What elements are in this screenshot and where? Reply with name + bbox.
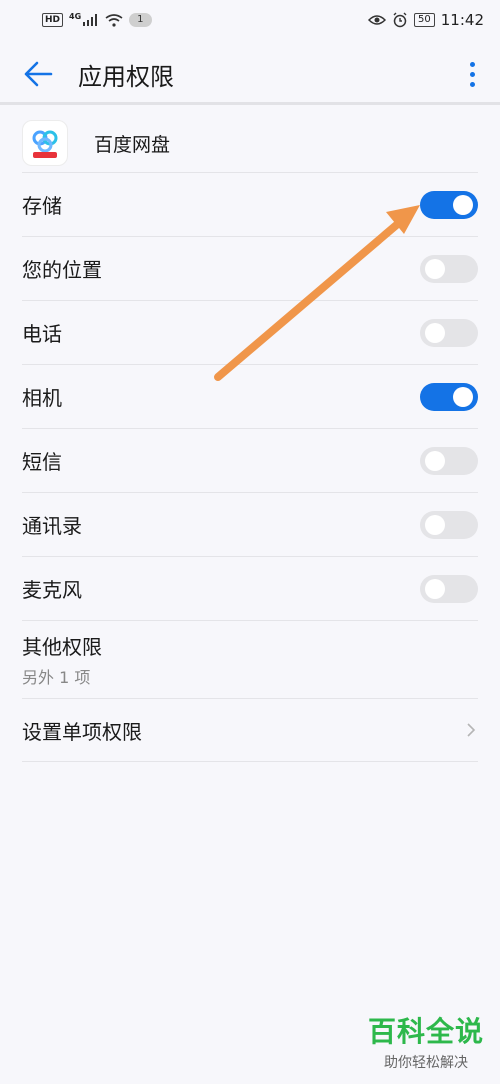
app-logo-graphic [32, 130, 58, 158]
contacts-toggle[interactable] [420, 510, 478, 539]
storage-toggle[interactable] [420, 190, 478, 219]
more-options-button[interactable] [460, 58, 484, 90]
permission-list: 存储 您的位置 电话 相机 短信 通讯录 麦克风 其他权限 另外 1 项 设置单… [22, 172, 478, 762]
single-permission-settings-row[interactable]: 设置单项权限 [22, 698, 478, 762]
hd-indicator: HD [42, 13, 64, 27]
clock: 11:42 [440, 11, 484, 29]
permission-label: 相机 [22, 386, 62, 410]
toggle-knob [425, 450, 445, 471]
status-left: HD 4G 1 [42, 11, 152, 27]
permission-row-location[interactable]: 您的位置 [22, 236, 478, 300]
app-name: 百度网盘 [94, 133, 171, 156]
back-button[interactable] [10, 46, 66, 102]
other-permissions-label: 其他权限 [22, 635, 102, 659]
page-title: 应用权限 [78, 62, 174, 91]
permission-label: 您的位置 [22, 258, 102, 282]
battery-indicator: 50 [414, 13, 435, 27]
watermark-subtitle: 助你轻松解决 [383, 1055, 468, 1071]
watermark-title: 百科全说 [367, 1015, 484, 1048]
single-permission-label: 设置单项权限 [22, 719, 142, 744]
status-bar: HD 4G 1 50 11:42 [0, 0, 500, 40]
app-info: 百度网盘 [22, 115, 478, 171]
permission-label: 麦克风 [22, 578, 82, 602]
signal-icon [83, 14, 98, 26]
permission-label: 电话 [22, 322, 62, 346]
header-divider [0, 102, 500, 105]
permission-row-storage[interactable]: 存储 [22, 172, 478, 236]
sms-toggle[interactable] [420, 446, 478, 475]
toggle-knob [453, 194, 473, 215]
more-dot [469, 71, 475, 77]
toggle-knob [425, 258, 445, 279]
permission-label: 存储 [22, 194, 62, 218]
alarm-icon [393, 12, 407, 28]
wifi-icon [105, 13, 123, 27]
phone-toggle[interactable] [420, 318, 478, 347]
app-bar: 应用权限 [0, 46, 500, 102]
camera-toggle[interactable] [420, 382, 478, 411]
toggle-knob [425, 514, 445, 535]
permission-row-microphone[interactable]: 麦克风 [22, 556, 478, 620]
more-dot [469, 81, 475, 87]
other-permissions-count: 另外 1 项 [22, 668, 91, 687]
location-toggle[interactable] [420, 254, 478, 283]
baidu-netdisk-icon [22, 120, 68, 166]
chevron-right-icon [467, 723, 476, 737]
notification-badge: 1 [129, 13, 152, 27]
permission-label: 短信 [22, 450, 62, 474]
arrow-left-icon [24, 61, 53, 87]
permission-row-phone[interactable]: 电话 [22, 300, 478, 364]
status-right: 50 11:42 [368, 11, 484, 29]
microphone-toggle[interactable] [420, 574, 478, 603]
other-permissions-row[interactable]: 其他权限 另外 1 项 [22, 620, 478, 698]
toggle-knob [425, 322, 445, 343]
permission-row-camera[interactable]: 相机 [22, 364, 478, 428]
permission-row-contacts[interactable]: 通讯录 [22, 492, 478, 556]
toggle-knob [425, 578, 445, 599]
permission-row-sms[interactable]: 短信 [22, 428, 478, 492]
permission-label: 通讯录 [22, 514, 82, 538]
more-vertical-icon [469, 61, 475, 67]
toggle-knob [453, 386, 473, 407]
watermark: 百科全说 助你轻松解决 [368, 1010, 484, 1072]
eye-icon [368, 15, 387, 25]
network-type: 4G [69, 11, 82, 21]
